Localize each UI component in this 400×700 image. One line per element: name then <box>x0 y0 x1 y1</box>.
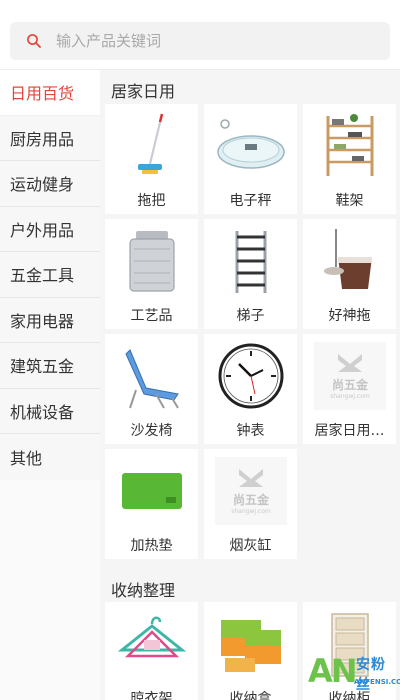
sidebar-item-outdoor[interactable]: 户外用品 <box>0 206 100 252</box>
product-card-hanger[interactable]: 晾衣架 <box>105 602 198 700</box>
product-name: 烟灰缸 <box>229 538 272 554</box>
product-name: 加热垫 <box>130 538 173 554</box>
product-panel: 居家日用 拖把 电子秤 鞋架 工艺品 梯子 好神拖 沙发椅 钟表 尚五金 sha… <box>100 70 400 700</box>
product-card-storage-box[interactable]: 收纳盒 <box>204 602 297 700</box>
product-name: 好神拖 <box>328 308 371 324</box>
product-name: 晾衣架 <box>130 691 173 700</box>
product-name: 钟表 <box>236 423 265 439</box>
hanger-icon <box>116 610 188 678</box>
product-name: 拖把 <box>137 193 166 209</box>
sidebar-item-label: 五金工具 <box>10 266 75 286</box>
search-icon <box>27 34 41 48</box>
lounge-chair-icon <box>116 342 188 410</box>
product-card-home-misc[interactable]: 尚五金 shangwj.com 居家日用… <box>303 334 396 444</box>
sidebar-item-label: 运动健身 <box>10 175 75 195</box>
product-name: 居家日用… <box>314 423 385 439</box>
product-card-heating-pad[interactable]: 加热垫 <box>105 449 198 559</box>
canister-icon <box>116 227 188 295</box>
product-card-clock[interactable]: 钟表 <box>204 334 297 444</box>
sidebar-item-building-hardware[interactable]: 建筑五金 <box>0 343 100 389</box>
sidebar-item-label: 机械设备 <box>10 402 75 422</box>
product-card-lounge-chair[interactable]: 沙发椅 <box>105 334 198 444</box>
storage-box-icon <box>215 610 287 678</box>
sidebar-item-label: 家用电器 <box>10 311 75 331</box>
ladder-icon <box>215 227 287 295</box>
product-name: 鞋架 <box>335 193 364 209</box>
search-header <box>0 0 400 70</box>
placeholder-logo-icon: 尚五金 shangwj.com <box>314 342 386 410</box>
sidebar-item-fitness[interactable]: 运动健身 <box>0 161 100 207</box>
sidebar-item-label: 日用百货 <box>10 84 75 104</box>
watermark-site: ANFENSI.COM <box>354 678 400 686</box>
product-card-spin-mop[interactable]: 好神拖 <box>303 219 396 329</box>
scale-icon <box>215 112 287 180</box>
product-card-ashtray[interactable]: 尚五金 shangwj.com 烟灰缸 <box>204 449 297 559</box>
spin-mop-icon <box>314 227 386 295</box>
sidebar-item-hardware-tools[interactable]: 五金工具 <box>0 252 100 298</box>
logo-sub: shangwj.com <box>330 393 370 400</box>
search-input[interactable] <box>56 22 376 60</box>
sidebar-item-label: 其他 <box>10 448 43 468</box>
app-screen: 日用百货 厨房用品 运动健身 户外用品 五金工具 家用电器 建筑五金 机械设备 … <box>0 0 400 700</box>
watermark-name: 安粉丝 <box>356 657 386 693</box>
sidebar-item-other[interactable]: 其他 <box>0 434 100 480</box>
sidebar-item-machinery[interactable]: 机械设备 <box>0 388 100 434</box>
section-title: 收纳整理 <box>111 581 176 600</box>
heating-pad-icon <box>116 457 188 525</box>
placeholder-logo-icon: 尚五金 shangwj.com <box>215 457 287 525</box>
category-sidebar: 日用百货 厨房用品 运动健身 户外用品 五金工具 家用电器 建筑五金 机械设备 … <box>0 70 100 700</box>
clock-icon <box>215 342 287 410</box>
logo-sub: shangwj.com <box>231 508 271 515</box>
product-name: 收纳盒 <box>229 691 272 700</box>
product-name: 电子秤 <box>229 193 272 209</box>
sidebar-item-daily-goods[interactable]: 日用百货 <box>0 70 100 116</box>
logo-text: 尚五金 <box>232 493 269 507</box>
sidebar-item-kitchen[interactable]: 厨房用品 <box>0 115 100 161</box>
watermark-logo: AN 安粉丝 ANFENSI.COM <box>308 650 400 698</box>
sidebar-item-appliances[interactable]: 家用电器 <box>0 297 100 343</box>
product-card-ladder[interactable]: 梯子 <box>204 219 297 329</box>
shoe-rack-icon <box>314 112 386 180</box>
sidebar-item-label: 户外用品 <box>10 220 75 240</box>
logo-text: 尚五金 <box>331 378 368 392</box>
product-card-scale[interactable]: 电子秤 <box>204 104 297 214</box>
product-card-crafts[interactable]: 工艺品 <box>105 219 198 329</box>
product-name: 梯子 <box>236 308 265 324</box>
search-bar[interactable] <box>10 22 390 60</box>
product-name: 沙发椅 <box>130 423 173 439</box>
product-card-mop[interactable]: 拖把 <box>105 104 198 214</box>
sidebar-item-label: 建筑五金 <box>10 357 75 377</box>
section-title: 居家日用 <box>111 82 176 101</box>
mop-icon <box>116 112 188 180</box>
watermark-an: AN <box>308 652 358 690</box>
product-card-shoe-rack[interactable]: 鞋架 <box>303 104 396 214</box>
sidebar-item-label: 厨房用品 <box>10 129 75 149</box>
product-name: 工艺品 <box>130 308 173 324</box>
